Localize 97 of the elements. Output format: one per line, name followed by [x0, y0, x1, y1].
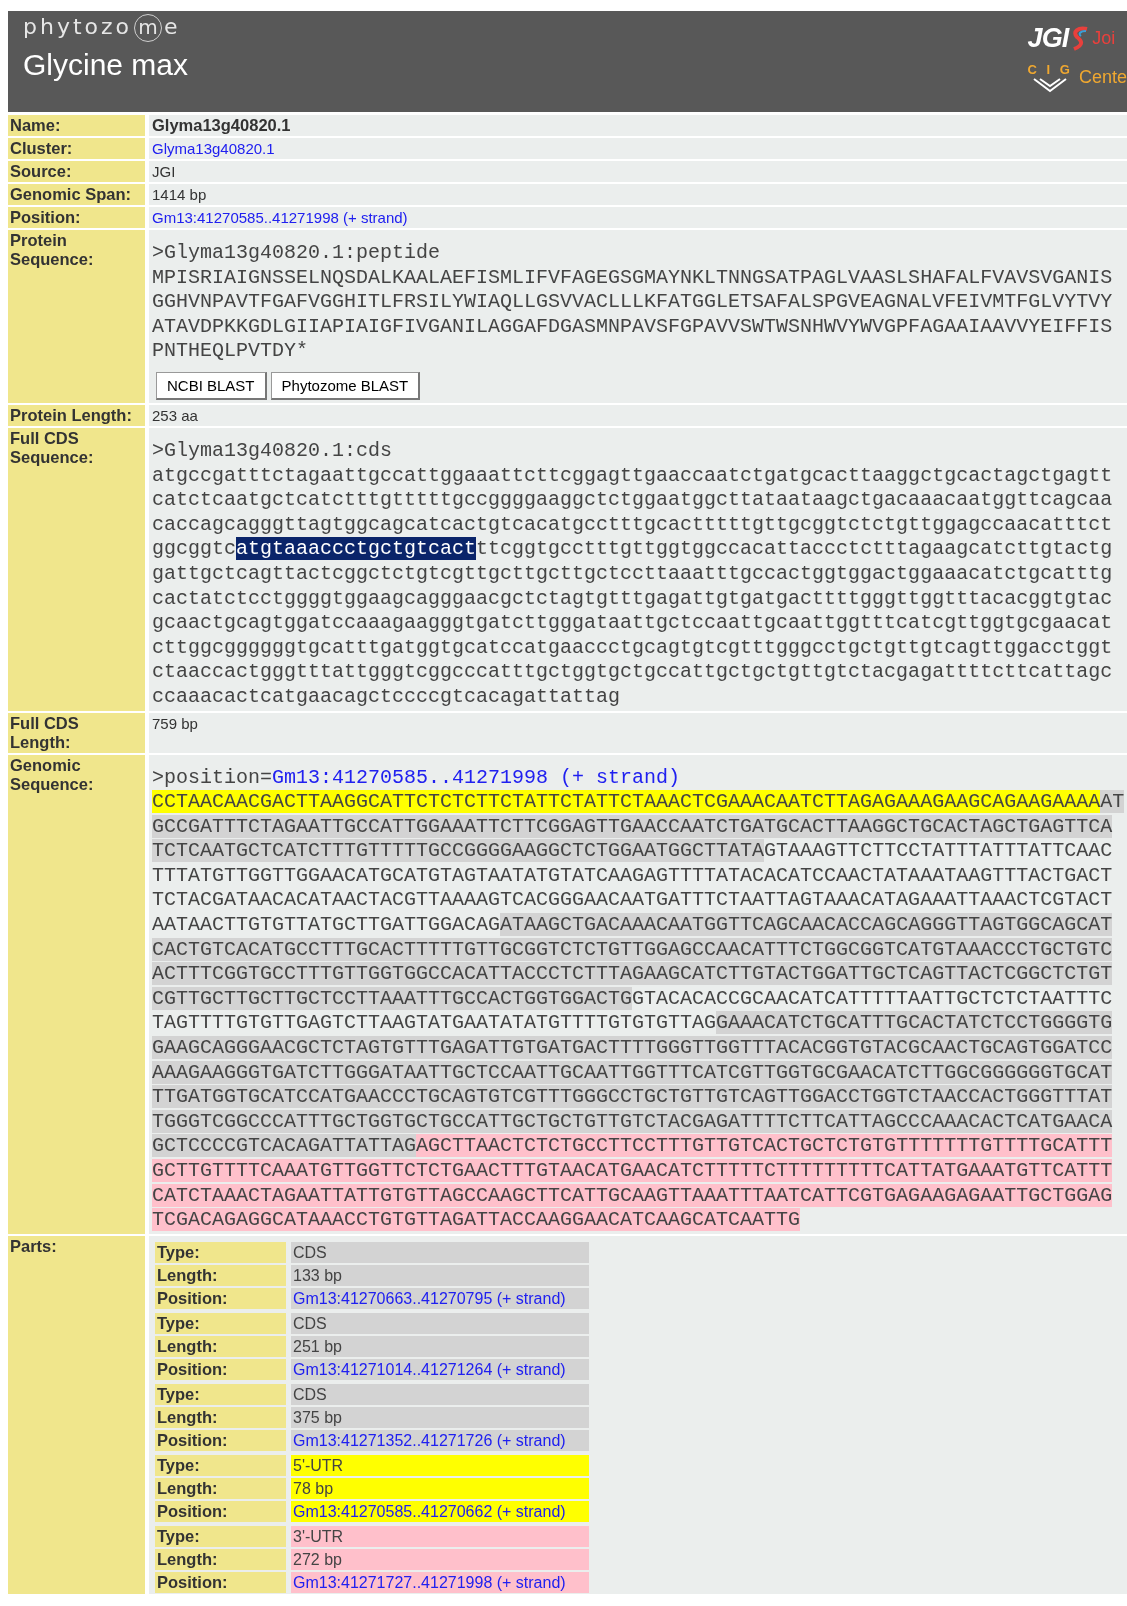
sequence-text: ctaaccactgggtttattgggtcggcccatttgctggtgctgccattgctgctgttgtctacgagattttcttcattagc	[152, 660, 1113, 684]
field-value: Glyma13g40820.1	[152, 116, 291, 134]
part-label: Type:	[155, 1454, 286, 1476]
part-value: 375 bp	[291, 1406, 589, 1428]
exon-sequence: TCTCAATGCTCATCTTTGTTTTTGCCGGGGAAGGCTCTGGAATGGCTTATA	[152, 839, 765, 863]
field-label: Position:	[8, 207, 145, 228]
sequence-text: PNTHEQLPVTDY*	[152, 339, 309, 364]
part-value: 251 bp	[291, 1335, 589, 1357]
part-label: Position:	[155, 1429, 286, 1451]
intron-sequence: TTTATGTTGGTTGGAACATGCATGTAGTAATATGTATCAAGAGTTTTATACACATCCAACTATAAATAAGTTTACTGACT	[152, 863, 1113, 887]
sequence-text: MPISRIAIGNSSELNQSDALKAALAEFISMLIFVFAGEGSGMAYNKLTNNGSATPAGLVAASLSHAFALFVAVSVGANIS	[152, 265, 1113, 291]
field-label: Full CDS Sequence:	[8, 427, 145, 711]
exon-sequence: GAAACATCTGCATTTGCACTATCTCCTGGGGTG	[716, 1011, 1113, 1035]
sequence-text: catctcaatgctcatctttgtttttgccggggaaggctctggaatggcttataataagctgacaaacaatggttcagcaa	[152, 488, 1113, 512]
intron-sequence: GTACACACCGCAACATCATTTTTAATTGCTCTCTAATTTC	[632, 986, 1113, 1010]
exon-sequence: TGGGTCGGCCCATTTGCTGGTGCTGCCATTGCTGCTGTTGTCTACGAGATTTTCTTCATTAGCCCAAACACTCATGAACA	[152, 1109, 1113, 1133]
sequence-header: >position=	[152, 765, 273, 789]
field-value: 1414 bp	[152, 186, 207, 203]
sequence-header: >Glyma13g40820.1:cds	[152, 438, 393, 464]
field-label: Protein Length:	[8, 404, 145, 426]
field-label: Protein Sequence:	[8, 230, 145, 403]
part-label: Type:	[155, 1383, 286, 1405]
field-label: Name:	[8, 115, 145, 136]
field-label: Genomic Sequence:	[8, 754, 145, 1234]
sequence-text: gattgctcagttactcggctctgtcgttgcttgcttgctccttaaatttgccactggtggactggaaacatctgcatttg	[152, 561, 1113, 585]
exon-sequence: GCCGATTTCTAGAATTGCCATTGGAAATTCTTCGGAGTTGAACCAATCTGATGCACTTAAGGCTGCACTAGCTGAGTTCA	[152, 814, 1113, 838]
sequence-text: gcaactgcagtggatccaaagaagggtgatcttgggataattgctccaattgcaattggtttcatcgttggtgcgaacat	[152, 611, 1113, 635]
position-link[interactable]: Gm13:41270585..41270662 (+ strand)	[291, 1500, 589, 1522]
position-link[interactable]: Gm13:41270585..41271998 (+ strand)	[272, 765, 681, 789]
field-value: JGI	[152, 163, 176, 180]
part-value: 5'-UTR	[291, 1454, 589, 1476]
part-value: 3'-UTR	[291, 1525, 589, 1547]
part-label: Length:	[155, 1264, 286, 1286]
part-label: Type:	[155, 1312, 286, 1334]
field-label: Parts:	[8, 1235, 145, 1594]
part-label: Length:	[155, 1335, 286, 1357]
partner-name[interactable]: Cente	[1078, 67, 1127, 88]
sequence-text: atgccgatttctagaattgccattggaaattcttcggagttgaaccaatctgatgcacttaaggctgcactagctgagtt	[152, 463, 1113, 487]
position-link[interactable]: Glyma13g40820.1	[152, 140, 275, 157]
logo-mark: JGI	[1027, 23, 1069, 54]
part-label: Position:	[155, 1500, 286, 1522]
part-label: Position:	[155, 1358, 286, 1380]
part-value: 272 bp	[291, 1548, 589, 1570]
part-label: Position:	[155, 1287, 286, 1309]
utr-sequence: GCTTGTTTTCAAATGTTGGTTCTCTGAACTTTGTAACATGAACATCTTTTTCTTTTTTTTTCATTATGAAATGTTCATTT	[152, 1159, 1113, 1182]
intron-sequence: TCTACGATAACACATAACTACGTTAAAAGTCACGGGAACAATGATTTCTAATTAGTAAACATAGAAATTAAACTCGTACT	[152, 888, 1113, 912]
intron-sequence: AATAACTTGTGTTATGCTTGATTGGACAG	[152, 913, 501, 937]
sequence-text: cttggcggggggtgcatttgatggtgcatccatgaaccctgcagtgtcgtttgggcctgctgttgtcagttggacctggt	[152, 635, 1113, 659]
part-value: CDS	[291, 1312, 589, 1334]
selected-text: atgtaaaccctgctgtcact	[236, 537, 477, 561]
utr-sequence: CATCTAAACTAGAATTATTGTGTTAGCCAAGCTTCATTGCAAGTTAAATTTAATCATTCGTGAGAAGAGAATTGCTGGAG	[152, 1183, 1113, 1207]
field-value: 253 aa	[152, 406, 198, 424]
exon-sequence: AT	[1100, 790, 1125, 814]
exon-sequence: CACTGTCACATGCCTTTGCACTTTTTGTTGCGGTCTCTGTTGGAGCCAACATTTCTGGCGGTCATGTAAACCCTGCTGTC	[152, 937, 1113, 961]
field-label: Cluster:	[8, 138, 145, 159]
exon-sequence: AAAGAAGGGTGATCTTGGGATAATTGCTCCAATTGCAATTGGTTTCATCGTTGGTGCGAACATCTTGGCGGGGGGTGCAT	[152, 1060, 1113, 1084]
blast-button[interactable]: NCBI BLAST	[156, 371, 267, 400]
position-link[interactable]: Gm13:41271014..41271264 (+ strand)	[291, 1358, 589, 1380]
field-value: 759 bp	[152, 714, 198, 732]
position-link[interactable]: Gm13:41270663..41270795 (+ strand)	[291, 1287, 589, 1309]
part-value: 133 bp	[291, 1264, 589, 1286]
part-value: CDS	[291, 1383, 589, 1405]
field-label: Genomic Span:	[8, 184, 145, 205]
sequence-text: GGHVNPAVTFGAFVGGHITLFRSILYWIAQLLGSVVACLLLKFATGGLETSAFALSPGVEAGNALVFEIVMTFGLVYTVY	[152, 290, 1113, 315]
exon-sequence: ATAAGCTGACAAACAATGGTTCAGCAACACCAGCAGGGTTAGTGGCAGCAT	[500, 913, 1113, 937]
field-label: Source:	[8, 161, 145, 182]
exon-sequence: GAAGCAGGGAACGCTCTAGTGTTTGAGATTGTGATGACTTTTGGGTTGGTTTACACGGTGTACGCAACTGCAGTGGATCC	[152, 1036, 1113, 1060]
utr-sequence: AGCTTAACTCTCTGCCTTCCTTTGTTGTCACTGCTCTGTGTTTTTTTGTTTTGCATTT	[416, 1134, 1113, 1158]
part-label: Length:	[155, 1477, 286, 1499]
field-label: Full CDS Length:	[8, 712, 145, 753]
utr-sequence: TCGACAGAGGCATAAACCTGTGTTAGATTACCAAGGAACATCAAGCATCAATTG	[152, 1208, 801, 1232]
sequence-text: cactatctcctggggtggaagcagggaacgctctagtgtttgagattgtgatgacttttgggttggtttacacggtgtac	[152, 586, 1113, 610]
position-link[interactable]: Gm13:41271727..41271998 (+ strand)	[291, 1571, 589, 1593]
part-value: CDS	[291, 1241, 589, 1263]
logo-mark: C I G	[1027, 62, 1073, 77]
sequence-header: >Glyma13g40820.1:peptide	[152, 241, 441, 266]
intron-sequence: TAGTTTTGTGTTGAGTCTTAAGTATGAATATATGTTTTGTGTGTTAG	[152, 1011, 717, 1035]
exon-sequence: TTGATGGTGCATCCATGAACCCTGCAGTGTCGTTTGGGCCTGCTGTTGTCAGTTGGACCTGGTCTAACCACTGGGTTTAT	[152, 1085, 1113, 1109]
phytozome-logo[interactable]: phytozo m e	[23, 14, 181, 42]
part-label: Position:	[155, 1571, 286, 1593]
sequence-text: ggcggtc	[152, 537, 236, 561]
part-label: Type:	[155, 1241, 286, 1263]
part-label: Length:	[155, 1406, 286, 1428]
exon-sequence: CGTTGCTTGCTTGCTCCTTAAATTTGCCACTGGTGGACTG	[152, 986, 633, 1010]
sequence-text: ttcggtgcctttgttggtggccacattaccctctttagaagcatcttgtactg	[476, 537, 1113, 561]
intron-sequence: GTAAAGTTCTTCCTATTTATTTATTCAAC	[764, 839, 1113, 863]
part-label: Type:	[155, 1525, 286, 1547]
exon-sequence: ACTTTCGGTGCCTTTGTTGGTGGCCACATTACCCTCTTTAGAAGCATCTTGTACTGGATTGCTCAGTTACTCGGCTCTGT	[152, 962, 1113, 986]
position-link[interactable]: Gm13:41271352..41271726 (+ strand)	[291, 1429, 589, 1451]
sequence-text: ccaaacactcatgaacagctccccgtcacagattattag	[152, 684, 621, 708]
part-value: 78 bp	[291, 1477, 589, 1499]
organism-title: Glycine max	[23, 48, 189, 82]
exon-sequence: GCTCCCCGTCACAGATTATTAG	[152, 1134, 417, 1158]
part-label: Length:	[155, 1548, 286, 1570]
blast-button[interactable]: Phytozome BLAST	[270, 371, 421, 400]
sequence-text: ATAVDPKKGDLGIIAPIAIGFIVGANILAGGAFDGASMNPAVSFGPAVVSWTWSNHWVYWVGPFAGAAIAAVVYEIFFIS	[152, 314, 1113, 340]
sequence-text: caccagcagggttagtggcagcatcactgtcacatgcctttgcactttttgttgcggtctctgttggagccaacatttct	[152, 512, 1113, 536]
